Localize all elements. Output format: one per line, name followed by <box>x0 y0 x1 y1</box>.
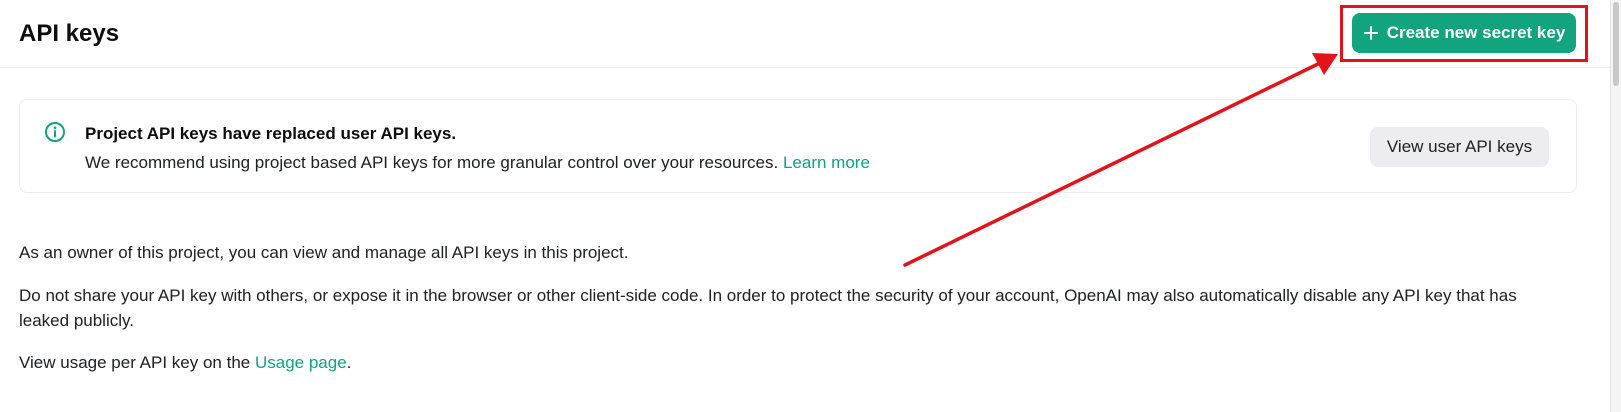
page-header: API keys Create new secret key <box>0 0 1610 68</box>
page-title: API keys <box>19 20 120 47</box>
plus-icon <box>1363 25 1379 41</box>
notice-body-text: We recommend using project based API key… <box>85 153 779 172</box>
info-icon <box>44 121 66 143</box>
usage-page-link[interactable]: Usage page <box>255 353 347 372</box>
create-button-label: Create new secret key <box>1386 23 1566 42</box>
scrollbar-thumb[interactable] <box>1613 2 1619 86</box>
owner-description: As an owner of this project, you can vie… <box>19 243 629 262</box>
security-warning: Do not share your API key with others, o… <box>19 286 1517 330</box>
usage-suffix: . <box>346 353 352 372</box>
view-user-api-keys-button[interactable]: View user API keys <box>1370 127 1549 167</box>
notice-banner: Project API keys have replaced user API … <box>19 99 1577 193</box>
notice-body: We recommend using project based API key… <box>85 152 870 174</box>
usage-info: View usage per API key on the Usage page… <box>19 350 1559 375</box>
learn-more-link[interactable]: Learn more <box>783 153 870 172</box>
usage-prefix: View usage per API key on the <box>19 353 251 372</box>
scrollbar[interactable] <box>1610 0 1621 412</box>
notice-title: Project API keys have replaced user API … <box>85 124 457 143</box>
create-new-secret-key-button[interactable]: Create new secret key <box>1352 13 1576 53</box>
